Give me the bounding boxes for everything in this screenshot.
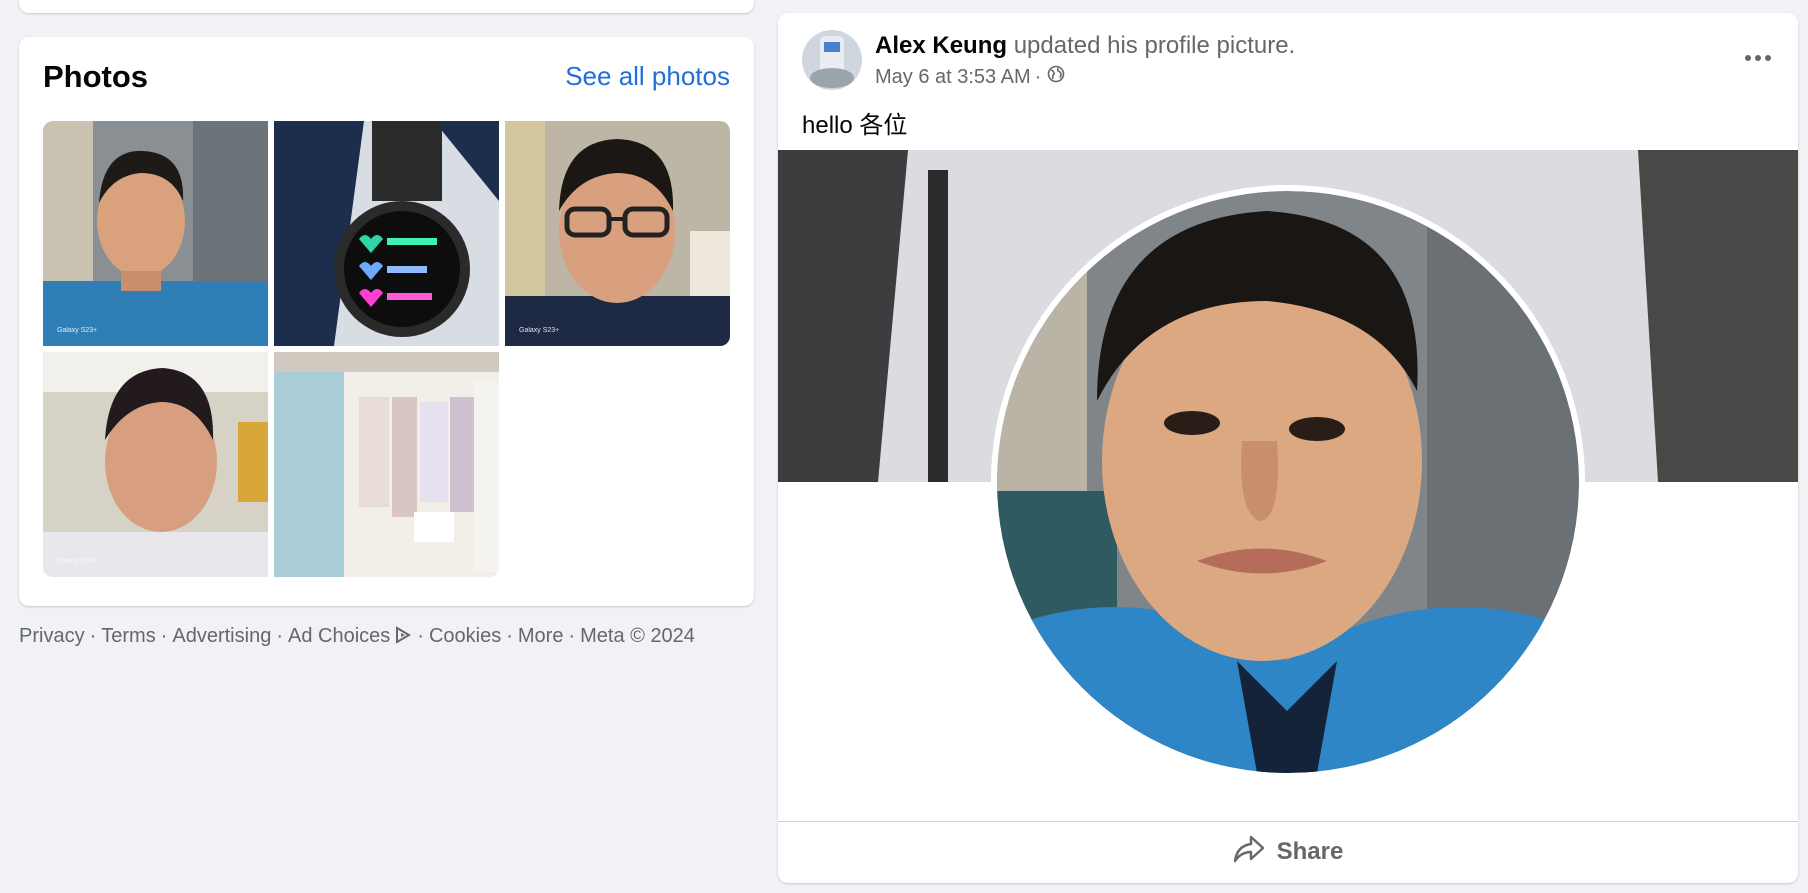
footer-ad-choices-label: Ad Choices (287, 625, 391, 647)
post-timestamp[interactable]: May 6 at 3:53 AM (875, 66, 1031, 89)
photo-watermark: Galaxy S23+ (519, 327, 560, 334)
footer-link-cookies[interactable]: Cookies (429, 625, 501, 647)
photo-thumbnail-smartwatch[interactable] (274, 121, 499, 346)
share-label: Share (1276, 838, 1344, 865)
footer-link-advertising[interactable]: Advertising (172, 625, 271, 647)
previous-card (19, 0, 754, 13)
share-button[interactable]: Share (778, 822, 1798, 882)
share-icon (1233, 835, 1265, 870)
photo-grid: Galaxy S23+ Galaxy S23+ Galaxy S23+ (43, 121, 730, 577)
footer: Privacy · Terms · Advertising · Ad Choices · Coo… (19, 625, 695, 650)
photo-thumbnail-selfie-elevator[interactable]: Galaxy S23+ (43, 121, 268, 346)
post-meta: May 6 at 3:53 AM · (875, 65, 1065, 89)
more-options-button[interactable] (1738, 43, 1778, 73)
meta-separator: · (1034, 65, 1042, 88)
see-all-photos-link[interactable]: See all photos (565, 61, 730, 92)
post-action-text: updated his profile picture. (1013, 32, 1296, 59)
photo-watermark: Galaxy S23+ (57, 327, 98, 334)
footer-link-more[interactable]: More (518, 625, 564, 647)
globe-icon (1047, 65, 1065, 89)
post-text: hello 各位 (802, 112, 908, 139)
photo-thumbnail-selfie-indoor[interactable]: Galaxy S23+ (43, 352, 268, 577)
photos-card: Photos See all photos Galaxy S23+ Galaxy… (19, 37, 754, 606)
photo-watermark: Galaxy S23+ (57, 558, 98, 565)
post-header: Alex Keung updated his profile picture. (875, 32, 1295, 60)
footer-copyright: Meta © 2024 (580, 625, 695, 647)
author-avatar[interactable] (802, 30, 862, 90)
photo-thumbnail-glasses-selfie[interactable]: Galaxy S23+ (505, 121, 730, 346)
footer-link-ad-choices[interactable]: Ad Choices (288, 625, 412, 647)
footer-link-terms[interactable]: Terms (101, 625, 155, 647)
author-name[interactable]: Alex Keung (875, 32, 1007, 59)
photo-thumbnail-closet[interactable] (274, 352, 499, 577)
ad-choices-icon (394, 626, 412, 650)
post-profile-picture[interactable] (991, 185, 1585, 779)
more-options-icon (1745, 55, 1771, 61)
photos-title: Photos (43, 59, 149, 94)
post-card: Alex Keung updated his profile picture. … (778, 13, 1798, 883)
footer-link-privacy[interactable]: Privacy (19, 625, 85, 647)
